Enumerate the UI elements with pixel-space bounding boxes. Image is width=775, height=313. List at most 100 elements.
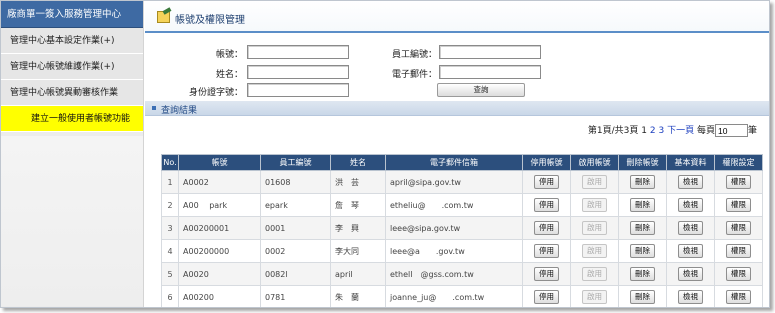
enable-cell: 啟用: [570, 193, 619, 217]
permission-button[interactable]: 權限: [726, 244, 751, 258]
disable-button[interactable]: 停用: [534, 175, 559, 189]
permission-button[interactable]: 權限: [726, 198, 751, 212]
enable-button: 啟用: [582, 221, 607, 235]
email-cell: ethell @gss.com.tw: [385, 262, 523, 286]
permission-cell: 權限: [714, 193, 763, 217]
disable-button[interactable]: 停用: [534, 244, 559, 258]
name-cell: 李大同: [330, 239, 386, 263]
results-title: 查詢結果: [161, 106, 198, 116]
account-input[interactable]: [247, 45, 349, 59]
permission-button[interactable]: 權限: [726, 221, 751, 235]
sidebar-item-account-maintenance[interactable]: 管理中心帳號維護作業(+): [1, 54, 143, 80]
per-page-label: 每頁: [696, 126, 715, 136]
account-cell: A00200001: [178, 216, 261, 240]
col-employee-id: 員工編號: [260, 154, 331, 171]
delete-cell: 刪除: [618, 285, 667, 307]
delete-button[interactable]: 刪除: [630, 290, 655, 304]
table-row: 4 A00200000 0002 李大同 leee@a .gov.tw 停用 啟用 刪除 檢視 權…: [161, 239, 763, 263]
row-number: 6: [161, 285, 179, 307]
disable-button[interactable]: 停用: [534, 290, 559, 304]
bullet-icon: [152, 106, 156, 110]
account-cell: A00 park: [178, 193, 261, 217]
table-row: 1 A0002 01608 洪 芸 april@sipa.gov.tw 停用 啟用 刪除 檢視 權…: [161, 170, 763, 194]
view-button[interactable]: 檢視: [678, 267, 703, 281]
col-delete: 刪除帳號: [618, 154, 667, 171]
next-page-link[interactable]: 下一頁: [667, 126, 694, 136]
col-basic-info: 基本資料: [666, 154, 715, 171]
disable-button[interactable]: 停用: [534, 267, 559, 281]
view-button[interactable]: 檢視: [678, 244, 703, 258]
email-cell: april@sipa.gov.tw: [385, 170, 523, 194]
permission-cell: 權限: [714, 239, 763, 263]
permission-cell: 權限: [714, 170, 763, 194]
disable-cell: 停用: [522, 285, 571, 307]
name-input[interactable]: [247, 65, 349, 79]
name-cell: 洪 芸: [330, 170, 386, 194]
permission-cell: 權限: [714, 262, 763, 286]
page-link-2[interactable]: 2: [650, 126, 656, 136]
sidebar-item-basic-settings[interactable]: 管理中心基本設定作業(+): [1, 28, 143, 54]
table-row: 3 A00200001 0001 李 興 leee@sipa.gov.tw 停用 啟用 刪除 檢…: [161, 216, 763, 240]
view-cell: 檢視: [666, 193, 715, 217]
disable-button[interactable]: 停用: [534, 221, 559, 235]
delete-button[interactable]: 刪除: [630, 244, 655, 258]
table-row: 2 A00 park epark 詹 琴 etheliu@ .com.tw 停用 啟用 刪除 檢…: [161, 193, 763, 217]
view-button[interactable]: 檢視: [678, 198, 703, 212]
col-permission: 權限設定: [714, 154, 763, 171]
enable-button: 啟用: [582, 244, 607, 258]
page-summary: 第1頁/共3頁: [587, 126, 639, 136]
email-cell: etheliu@ .com.tw: [385, 193, 523, 217]
view-cell: 檢視: [666, 262, 715, 286]
employee-id-cell: 0002: [260, 239, 331, 263]
disable-cell: 停用: [522, 170, 571, 194]
email-input[interactable]: [439, 65, 541, 79]
search-button[interactable]: 查詢: [437, 83, 525, 97]
accounts-table: No. 帳號 員工編號 姓名 電子郵件信箱 停用帳號 啟用帳號 刪除帳號 基本資…: [161, 154, 763, 307]
page-link-1[interactable]: 1: [641, 126, 647, 136]
edit-note-icon: [157, 11, 170, 23]
per-page-input[interactable]: [714, 124, 748, 137]
enable-cell: 啟用: [570, 216, 619, 240]
delete-button[interactable]: 刪除: [630, 267, 655, 281]
view-button[interactable]: 檢視: [678, 175, 703, 189]
view-button[interactable]: 檢視: [678, 290, 703, 304]
disable-cell: 停用: [522, 239, 571, 263]
email-cell: leee@sipa.gov.tw: [385, 216, 523, 240]
view-button[interactable]: 檢視: [678, 221, 703, 235]
permission-button[interactable]: 權限: [726, 290, 751, 304]
name-cell: 李 興: [330, 216, 386, 240]
delete-cell: 刪除: [618, 193, 667, 217]
disable-cell: 停用: [522, 193, 571, 217]
sidebar-title: 廠商單一簽入服務管理中心: [1, 1, 143, 28]
employee-id-input[interactable]: [439, 45, 541, 59]
permission-button[interactable]: 權限: [726, 175, 751, 189]
sidebar-background: [1, 136, 143, 306]
disable-cell: 停用: [522, 216, 571, 240]
employee-id-cell: 0001: [260, 216, 331, 240]
account-label: 帳號：: [215, 50, 243, 60]
sidebar: 廠商單一簽入服務管理中心 管理中心基本設定作業(+) 管理中心帳號維護作業(+)…: [1, 1, 144, 307]
account-cell: A0020: [178, 262, 261, 286]
employee-id-cell: 01608: [260, 170, 331, 194]
delete-button[interactable]: 刪除: [630, 221, 655, 235]
permission-button[interactable]: 權限: [726, 267, 751, 281]
page-link-3[interactable]: 3: [658, 126, 664, 136]
results-header: 查詢結果: [145, 101, 769, 116]
table-header-row: No. 帳號 員工編號 姓名 電子郵件信箱 停用帳號 啟用帳號 刪除帳號 基本資…: [161, 154, 763, 171]
delete-button[interactable]: 刪除: [630, 175, 655, 189]
col-name: 姓名: [330, 154, 386, 171]
sidebar-item-create-user[interactable]: 建立一般使用者帳號功能: [1, 106, 143, 132]
table-row: 6 A00200 0781 朱 蘭 joanne_ju@ .com.tw 停用 啟用 刪除 檢視…: [161, 285, 763, 307]
col-disable: 停用帳號: [522, 154, 571, 171]
view-cell: 檢視: [666, 216, 715, 240]
col-account: 帳號: [178, 154, 261, 171]
permission-cell: 權限: [714, 285, 763, 307]
sidebar-item-change-review[interactable]: 管理中心帳號異動審核作業: [1, 80, 143, 106]
delete-button[interactable]: 刪除: [630, 198, 655, 212]
disable-button[interactable]: 停用: [534, 198, 559, 212]
id-number-input[interactable]: [247, 83, 349, 97]
pagination: 第1頁/共3頁 1 2 3 下一頁 每頁 筆: [588, 123, 757, 137]
enable-cell: 啟用: [570, 170, 619, 194]
name-label: 姓名：: [215, 70, 243, 80]
table-row: 5 A0020 0082l april ethell @gss.com.tw 停用 啟用 刪除…: [161, 262, 763, 286]
